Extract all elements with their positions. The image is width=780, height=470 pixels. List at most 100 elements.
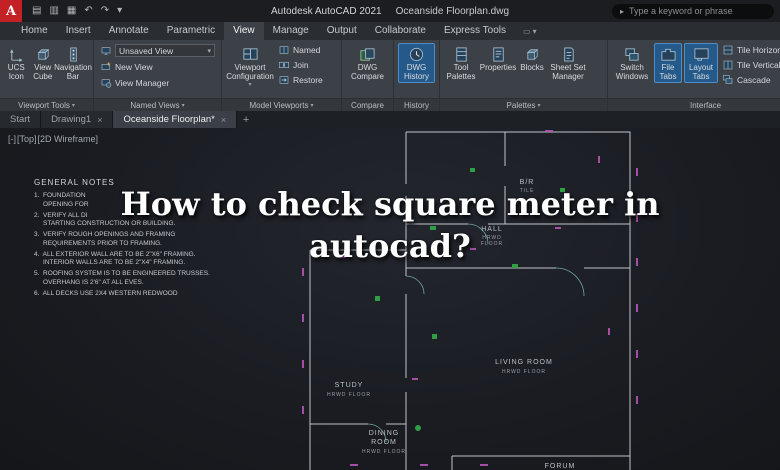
- new-file-icon[interactable]: ▤: [32, 0, 41, 22]
- named-viewport-button[interactable]: Named: [276, 43, 325, 57]
- tab-view[interactable]: View: [224, 22, 264, 40]
- restore-viewport-icon: [278, 74, 290, 86]
- search-placeholder: Type a keyword or phrase: [629, 6, 733, 16]
- file-tab-oceanside-floorplan[interactable]: Oceanside Floorplan* ×: [113, 111, 237, 128]
- tab-home[interactable]: Home: [12, 22, 57, 40]
- button-label: DWG Compare: [349, 64, 387, 81]
- tab-manage[interactable]: Manage: [264, 22, 318, 40]
- file-tabs-button[interactable]: File Tabs: [654, 43, 682, 83]
- panel-label-viewport-tools[interactable]: Viewport Tools▾: [0, 98, 93, 111]
- button-label: View Cube: [33, 64, 54, 81]
- panel-label-interface[interactable]: Interface: [608, 98, 780, 111]
- file-tab-drawing1[interactable]: Drawing1 ×: [41, 111, 113, 128]
- panel-label-named-views[interactable]: Named Views▾: [94, 98, 221, 111]
- tile-vertical-icon: [722, 59, 734, 71]
- viewport-configuration-icon: [242, 46, 259, 63]
- view-cube-button[interactable]: View Cube: [31, 43, 56, 83]
- blocks-icon: [524, 46, 541, 63]
- button-label: Properties: [480, 64, 516, 73]
- panel-named-views: Unsaved View ▾ New View View Manager Nam…: [94, 40, 222, 111]
- room-label: ROOM: [371, 439, 397, 446]
- tab-annotate[interactable]: Annotate: [100, 22, 158, 40]
- tile-horizontal-icon: [722, 44, 734, 56]
- ribbon-tab-bar: Home Insert Annotate Parametric View Man…: [0, 22, 780, 40]
- close-icon[interactable]: ×: [97, 115, 102, 125]
- file-tabs-icon: [660, 46, 677, 63]
- view-list-dropdown[interactable]: Unsaved View ▾: [98, 43, 217, 58]
- ribbon: UCS Icon View Cube Navigation Bar Viewpo…: [0, 40, 780, 111]
- dwg-history-button[interactable]: DWG History: [398, 43, 435, 83]
- autocad-logo-icon[interactable]: A: [0, 0, 22, 22]
- blocks-button[interactable]: Blocks: [518, 43, 546, 75]
- panel-label-model-viewports[interactable]: Model Viewports▾: [222, 98, 341, 111]
- view-manager-button[interactable]: View Manager: [98, 76, 171, 90]
- panel-palettes: Tool Palettes Properties Blocks Sheet Se…: [440, 40, 608, 111]
- tool-palettes-button[interactable]: Tool Palettes: [444, 43, 478, 83]
- qat-dropdown-icon[interactable]: ▾: [117, 0, 122, 22]
- tile-horizontally-button[interactable]: Tile Horizontally: [720, 43, 780, 57]
- ribbon-minimize-icon[interactable]: ▭▾: [523, 27, 539, 36]
- join-viewport-button[interactable]: Join: [276, 58, 325, 72]
- save-icon[interactable]: ▥: [49, 0, 58, 22]
- redo-icon[interactable]: ↷: [101, 0, 109, 22]
- panel-viewport-tools: UCS Icon View Cube Navigation Bar Viewpo…: [0, 40, 94, 111]
- button-label: Layout Tabs: [686, 64, 716, 81]
- help-search-input[interactable]: ▸ Type a keyword or phrase: [612, 4, 774, 19]
- dwg-compare-icon: [359, 46, 376, 63]
- floorplan-walls: [310, 132, 630, 470]
- close-icon[interactable]: ×: [221, 115, 226, 125]
- switch-windows-button[interactable]: Switch Windows: [612, 43, 652, 83]
- search-arrow-icon: ▸: [620, 7, 624, 16]
- panel-label-history[interactable]: History: [394, 98, 439, 111]
- new-tab-button[interactable]: +: [237, 111, 255, 128]
- dimension-markers: [302, 130, 638, 466]
- chevron-down-icon: ▾: [248, 82, 251, 88]
- print-icon[interactable]: ▦: [67, 0, 76, 22]
- button-label: Sheet Set Manager: [550, 64, 586, 81]
- panel-label-palettes[interactable]: Palettes▾: [440, 98, 607, 111]
- viewport-configuration-button[interactable]: Viewport Configuration ▾: [226, 43, 274, 91]
- button-label: File Tabs: [656, 64, 680, 81]
- sheet-set-manager-button[interactable]: Sheet Set Manager: [548, 43, 588, 83]
- switch-windows-icon: [624, 46, 641, 63]
- restore-viewport-button[interactable]: Restore: [276, 73, 325, 87]
- cascade-button[interactable]: Cascade: [720, 73, 780, 87]
- dwg-history-icon: [408, 46, 425, 63]
- tab-collaborate[interactable]: Collaborate: [366, 22, 435, 40]
- drawing-canvas[interactable]: [-] [Top] [2D Wireframe] GENERAL NOTES 1…: [0, 128, 780, 470]
- room-sublabel: HRWD FLOOR: [502, 369, 546, 375]
- ucs-icon: [8, 46, 25, 63]
- tab-output[interactable]: Output: [318, 22, 366, 40]
- new-view-button[interactable]: New View: [98, 60, 155, 74]
- tab-parametric[interactable]: Parametric: [158, 22, 224, 40]
- chevron-down-icon: ▾: [207, 47, 211, 55]
- panel-model-viewports: Viewport Configuration ▾ Named Join Rest…: [222, 40, 342, 111]
- dwg-compare-button[interactable]: DWG Compare: [347, 43, 389, 83]
- panel-history: DWG History History: [394, 40, 440, 111]
- title-bar: A ▤ ▥ ▦ ↶ ↷ ▾ Autodesk AutoCAD 2021Ocean…: [0, 0, 780, 22]
- chevron-down-icon: ▾: [72, 102, 75, 109]
- properties-button[interactable]: Properties: [480, 43, 516, 75]
- chevron-down-icon: ▾: [537, 102, 540, 109]
- panel-label-compare[interactable]: Compare: [342, 98, 393, 111]
- ucs-icon-button[interactable]: UCS Icon: [4, 43, 29, 83]
- file-tab-start[interactable]: Start: [0, 111, 41, 128]
- tab-express-tools[interactable]: Express Tools: [435, 22, 515, 40]
- file-tab-bar: Start Drawing1 × Oceanside Floorplan* × …: [0, 111, 780, 128]
- layout-tabs-icon: [693, 46, 710, 63]
- document-title: Oceanside Floorplan.dwg: [396, 6, 509, 17]
- unsaved-view-combo[interactable]: Unsaved View ▾: [115, 44, 215, 57]
- layout-tabs-button[interactable]: Layout Tabs: [684, 43, 718, 83]
- button-label: Switch Windows: [614, 64, 650, 81]
- navigation-bar-icon: [65, 46, 82, 63]
- view-manager-icon: [100, 77, 112, 89]
- tile-vertically-button[interactable]: Tile Vertically: [720, 58, 780, 72]
- button-label: Blocks: [520, 64, 544, 73]
- tab-insert[interactable]: Insert: [57, 22, 100, 40]
- chevron-down-icon: ▾: [182, 102, 185, 109]
- panel-compare: DWG Compare Compare: [342, 40, 394, 111]
- room-label: FORUM: [545, 463, 576, 470]
- undo-icon[interactable]: ↶: [84, 0, 92, 22]
- tool-palettes-icon: [453, 46, 470, 63]
- navigation-bar-button[interactable]: Navigation Bar: [57, 43, 89, 83]
